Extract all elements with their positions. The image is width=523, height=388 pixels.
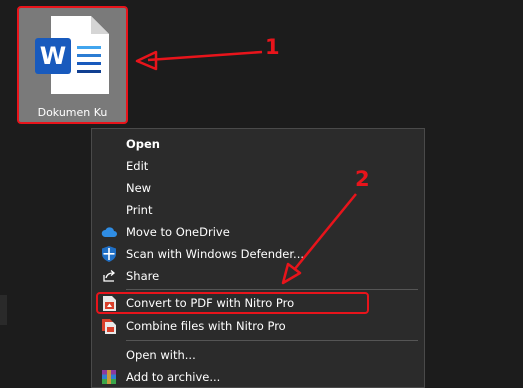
annotation-arrows	[135, 50, 357, 285]
arrow-2	[281, 193, 357, 285]
annotation-number-2: 2	[355, 167, 370, 191]
arrow-1	[135, 50, 263, 71]
annotation-number-1: 1	[265, 35, 280, 59]
